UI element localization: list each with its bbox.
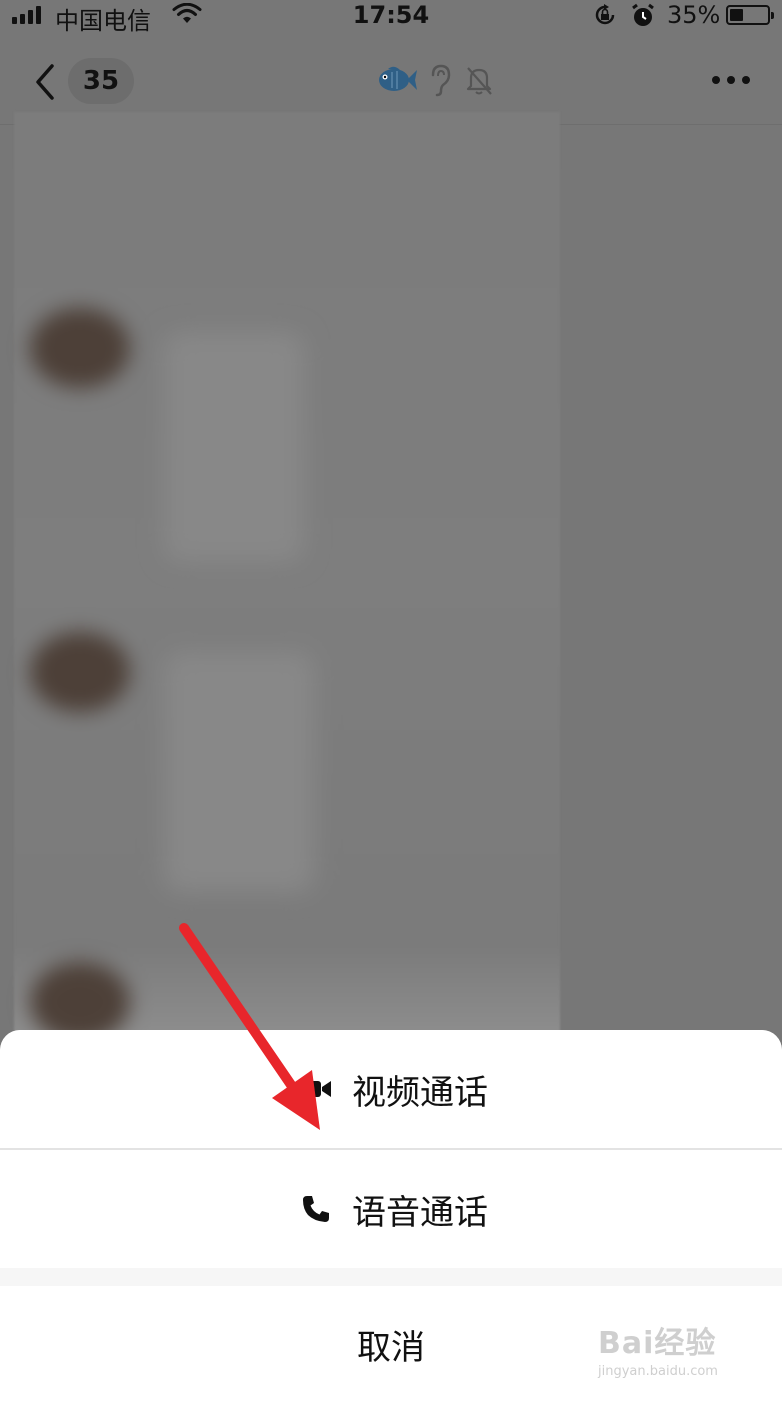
battery-icon: [726, 5, 774, 25]
video-call-label: 视频通话: [352, 1072, 488, 1113]
chat-history-blurred: [14, 112, 560, 1042]
back-chevron-icon[interactable]: [30, 62, 60, 102]
message-bubble: [164, 652, 314, 892]
message-bubble: [164, 332, 304, 562]
unread-count-badge[interactable]: 35: [68, 58, 134, 104]
avatar: [30, 308, 130, 388]
voice-call-button[interactable]: 语音通话: [0, 1150, 782, 1268]
chat-title-icons: [374, 62, 494, 98]
battery-level-fill: [730, 9, 743, 21]
fish-icon: [379, 66, 417, 91]
battery-percent: 35%: [667, 1, 721, 29]
status-bar: 中国电信 17:54 35%: [0, 0, 782, 35]
cancel-label: 取消: [357, 1327, 425, 1368]
baidu-jingyan-watermark: Bai经验 jingyan.baidu.com: [598, 1318, 758, 1379]
watermark-logo: Bai经验: [598, 1326, 717, 1361]
rotation-lock-icon: [592, 3, 618, 33]
alarm-icon: [630, 3, 656, 35]
video-call-button[interactable]: 视频通话: [0, 1030, 782, 1148]
more-icon[interactable]: [712, 76, 750, 84]
avatar: [30, 632, 130, 712]
voice-call-label: 语音通话: [352, 1192, 488, 1233]
phone-icon: [294, 1189, 338, 1229]
video-camera-icon: [294, 1069, 338, 1109]
watermark-url: jingyan.baidu.com: [598, 1364, 718, 1379]
ear-icon: [431, 64, 451, 97]
mute-bell-icon: [466, 67, 492, 95]
clock: 17:54: [352, 1, 430, 29]
